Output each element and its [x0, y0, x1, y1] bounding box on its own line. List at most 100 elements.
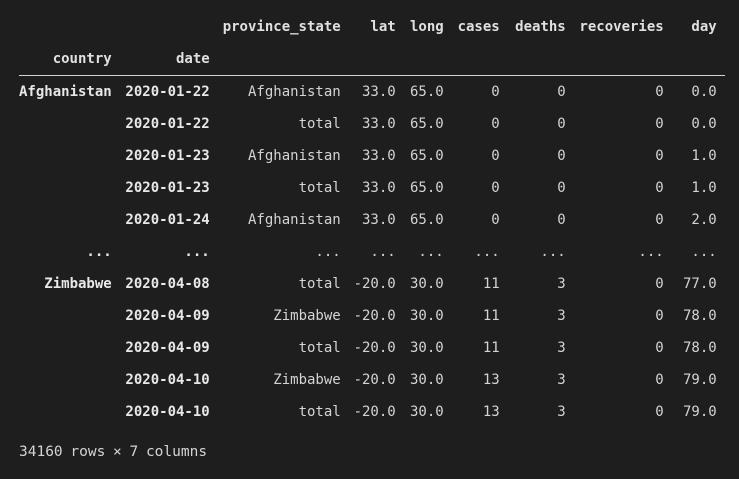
index-date: 2020-01-22 [125, 84, 210, 100]
index-date: 2020-04-08 [125, 276, 210, 292]
header-blank [348, 43, 404, 76]
table-cell: total [298, 404, 341, 420]
table-cell: 78.0 [683, 308, 717, 324]
table-cell: 0 [655, 372, 664, 388]
table-cell: 0 [557, 148, 566, 164]
table-cell: 30.0 [410, 276, 444, 292]
table-cell: 65.0 [410, 84, 444, 100]
table-row: Zimbabwe 2020-04-08 total -20.0 30.0 11 3 0 77.0 [19, 268, 725, 300]
table-cell: 33.0 [362, 148, 396, 164]
table-cell: -20.0 [353, 340, 396, 356]
index-country: Afghanistan [19, 84, 112, 100]
table-cell: 0 [655, 276, 664, 292]
index-date: 2020-04-09 [125, 340, 210, 356]
index-name: country [19, 43, 120, 76]
index-country [19, 140, 120, 172]
dataframe-output: province_state lat long cases deaths rec… [19, 11, 725, 428]
table-cell: 3 [557, 340, 566, 356]
table-cell: 0 [655, 308, 664, 324]
table-cell: 0 [655, 340, 664, 356]
index-country [19, 300, 120, 332]
table-cell: 30.0 [410, 372, 444, 388]
dataframe-table: province_state lat long cases deaths rec… [19, 11, 725, 428]
header-blank [19, 11, 120, 43]
table-cell: 11 [482, 276, 500, 292]
table-cell: ... [540, 244, 566, 260]
header-blank [217, 43, 349, 76]
index-country [19, 172, 120, 204]
column-header: day [691, 19, 717, 35]
table-cell: 0 [491, 148, 500, 164]
column-header-row: province_state lat long cases deaths rec… [19, 11, 725, 43]
table-cell: 0 [557, 116, 566, 132]
table-cell: ... [691, 244, 717, 260]
table-row: 2020-01-23 total 33.0 65.0 0 0 0 1.0 [19, 172, 725, 204]
table-cell: 0 [655, 404, 664, 420]
table-cell: ... [474, 244, 500, 260]
table-cell: ... [370, 244, 396, 260]
table-cell: 79.0 [683, 372, 717, 388]
table-cell: 30.0 [410, 340, 444, 356]
column-header: cases [457, 19, 500, 35]
table-cell: total [298, 276, 341, 292]
header-blank [507, 43, 574, 76]
header-blank [120, 11, 218, 43]
column-header: province_state [222, 19, 341, 35]
table-cell: 11 [482, 308, 500, 324]
table-cell: 0.0 [691, 84, 717, 100]
table-row: 2020-04-09 Zimbabwe -20.0 30.0 11 3 0 78.0 [19, 300, 725, 332]
table-row: 2020-01-23 Afghanistan 33.0 65.0 0 0 0 1.0 [19, 140, 725, 172]
table-cell: 65.0 [410, 148, 444, 164]
table-cell: 0 [655, 116, 664, 132]
table-cell: -20.0 [353, 372, 396, 388]
table-cell: total [298, 180, 341, 196]
table-row: 2020-04-10 total -20.0 30.0 13 3 0 79.0 [19, 396, 725, 428]
table-cell: 2.0 [691, 212, 717, 228]
table-cell: 0 [655, 180, 664, 196]
index-country [19, 108, 120, 140]
index-date: 2020-01-22 [125, 116, 210, 132]
table-cell: 33.0 [362, 116, 396, 132]
table-cell: 1.0 [691, 148, 717, 164]
index-country [19, 396, 120, 428]
table-row: ........................... [19, 236, 725, 268]
table-cell: 0 [655, 148, 664, 164]
table-cell: 3 [557, 372, 566, 388]
table-cell: 0 [491, 180, 500, 196]
table-cell: 77.0 [683, 276, 717, 292]
column-header: recoveries [579, 19, 664, 35]
table-cell: 33.0 [362, 180, 396, 196]
table-cell: 65.0 [410, 180, 444, 196]
table-cell: -20.0 [353, 404, 396, 420]
table-cell: 30.0 [410, 404, 444, 420]
table-cell: 13 [482, 404, 500, 420]
table-cell: 0 [655, 212, 664, 228]
column-header: long [410, 19, 444, 35]
table-cell: 79.0 [683, 404, 717, 420]
table-cell: 0 [491, 116, 500, 132]
table-cell: 0 [557, 180, 566, 196]
table-cell: 0 [655, 84, 664, 100]
table-cell: 78.0 [683, 340, 717, 356]
table-cell: 13 [482, 372, 500, 388]
table-cell: ... [638, 244, 664, 260]
header-blank [573, 43, 672, 76]
table-row: 2020-01-22 total 33.0 65.0 0 0 0 0.0 [19, 108, 725, 140]
table-cell: ... [418, 244, 444, 260]
header-blank [671, 43, 725, 76]
table-cell: 0 [491, 212, 500, 228]
table-cell: 0 [491, 84, 500, 100]
header-blank [403, 43, 452, 76]
table-cell: 0 [557, 212, 566, 228]
shape-summary: 34160 rows × 7 columns [19, 444, 208, 460]
index-date: 2020-04-10 [125, 372, 210, 388]
table-cell: 3 [557, 404, 566, 420]
table-row: Afghanistan 2020-01-22 Afghanistan 33.0 65.0… [19, 76, 725, 109]
table-cell: 3 [557, 308, 566, 324]
table-cell: -20.0 [353, 276, 396, 292]
header-blank [451, 43, 508, 76]
table-row: 2020-04-10 Zimbabwe -20.0 30.0 13 3 0 79.0 [19, 364, 725, 396]
index-date: 2020-04-10 [125, 404, 210, 420]
index-date: ... [184, 244, 210, 260]
table-cell: total [298, 340, 341, 356]
